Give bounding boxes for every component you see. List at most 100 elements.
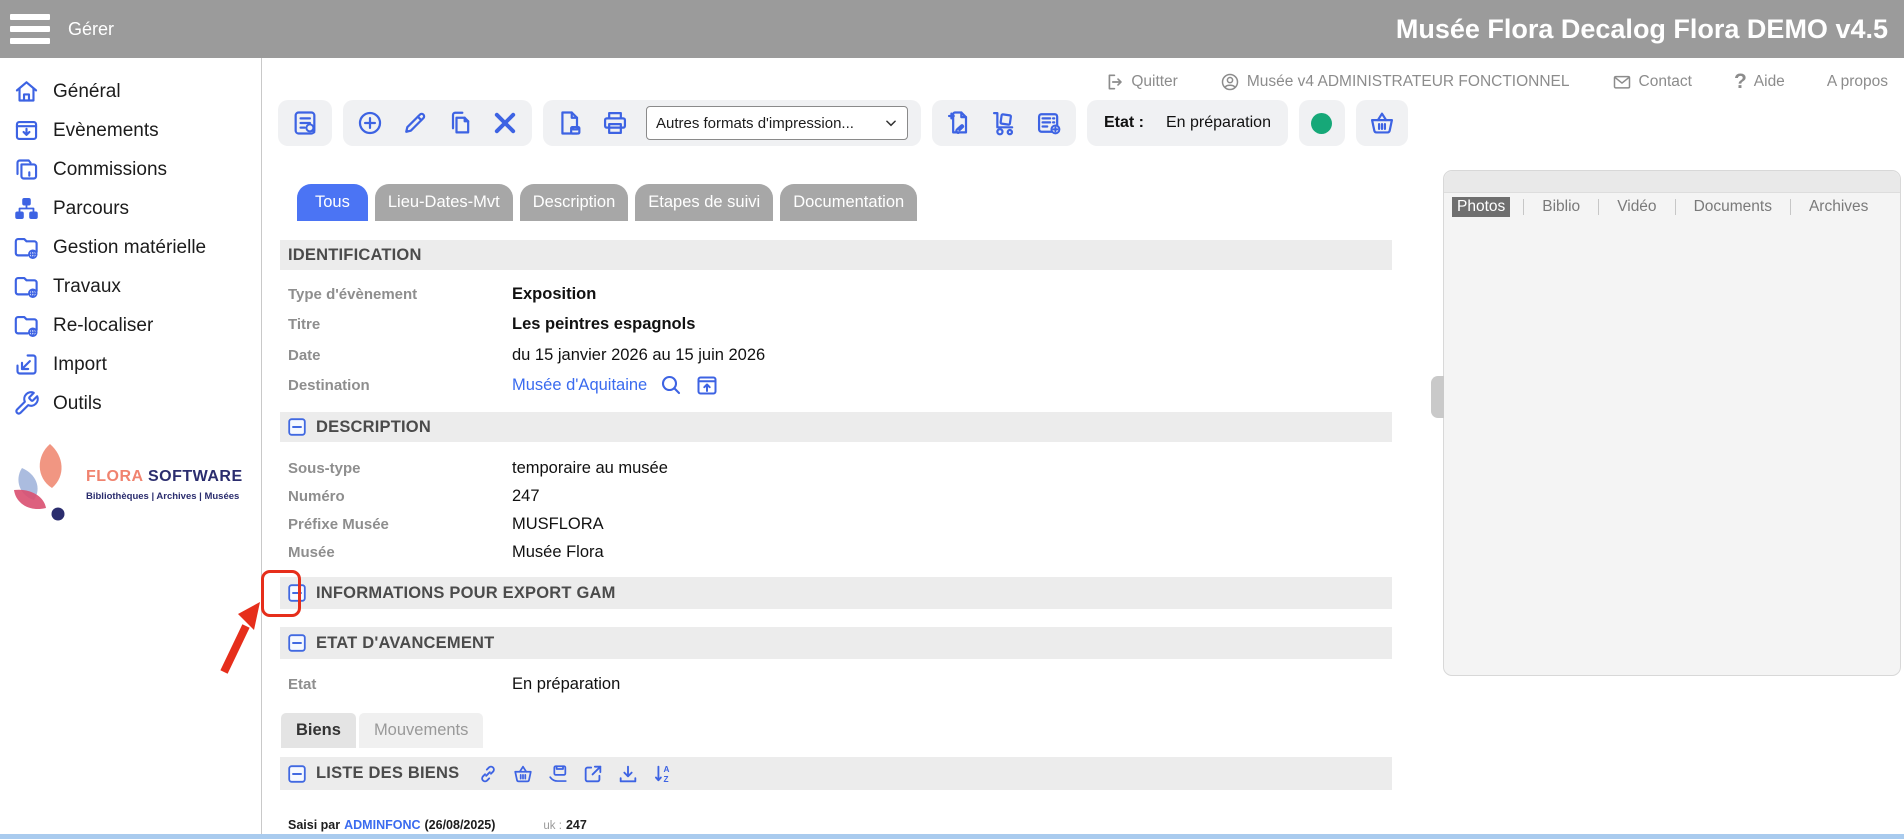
sidebar-item-label: Outils	[53, 393, 102, 415]
collapse-minus-icon[interactable]	[288, 765, 306, 783]
destination-link[interactable]: Musée d'Aquitaine	[512, 376, 647, 395]
sidebar-item-label: Parcours	[53, 198, 129, 220]
doc-save-icon[interactable]	[556, 109, 584, 137]
sidebar-item-label: Travaux	[53, 276, 121, 298]
dolly-icon[interactable]	[990, 109, 1018, 137]
section-title: ETAT D'AVANCEMENT	[316, 634, 494, 653]
folders-icon	[13, 156, 40, 183]
list-search-icon[interactable]	[291, 109, 319, 137]
sidebar-item-outils[interactable]: Outils	[0, 384, 258, 423]
contact-button[interactable]: Contact	[1612, 72, 1692, 92]
wrench-icon	[13, 390, 40, 417]
field-value: Musée Flora	[512, 543, 604, 562]
biens-mouvements-tabs: Biens Mouvements	[281, 713, 483, 748]
collapse-minus-icon[interactable]	[288, 418, 306, 436]
link-icon[interactable]	[477, 763, 499, 785]
media-panel: Photos Biblio Vidéo Documents Archives	[1443, 170, 1901, 676]
section-title: LISTE DES BIENS	[316, 764, 459, 783]
field-label: Titre	[288, 316, 320, 333]
quit-button[interactable]: Quitter	[1104, 72, 1178, 92]
sidebar-item-commissions[interactable]: Commissions	[0, 150, 258, 189]
collapse-minus-icon[interactable]	[288, 634, 306, 652]
section-title: INFORMATIONS POUR EXPORT GAM	[316, 584, 616, 603]
tab-separator	[1598, 199, 1599, 215]
external-link-icon[interactable]	[582, 763, 604, 785]
annotation-arrow	[212, 596, 276, 676]
sidebar-item-travaux[interactable]: Travaux	[0, 267, 258, 306]
basket-icon	[1368, 109, 1396, 137]
panel-tab-documents[interactable]: Documents	[1689, 197, 1777, 217]
doc-attach-icon[interactable]	[945, 109, 973, 137]
field-label: Type d'évènement	[288, 286, 417, 303]
subtab-biens[interactable]: Biens	[281, 713, 356, 748]
sidebar-divider	[261, 58, 262, 839]
tab-tous[interactable]: Tous	[297, 184, 368, 221]
user-label: Musée v4 ADMINISTRATEUR FONCTIONNEL	[1247, 73, 1570, 91]
sidebar-item-gestion-materielle[interactable]: Gestion matérielle	[0, 228, 258, 267]
section-gam: INFORMATIONS POUR EXPORT GAM	[280, 577, 1392, 609]
report-icon[interactable]	[1035, 109, 1063, 137]
sidebar-item-general[interactable]: Général	[0, 72, 258, 111]
download-icon[interactable]	[617, 763, 639, 785]
field-label: Sous-type	[288, 460, 361, 477]
sidebar: Général Evènements Commissions Parcours …	[0, 72, 258, 423]
panel-tab-photos[interactable]: Photos	[1452, 197, 1510, 217]
edit-pencil-icon[interactable]	[401, 109, 429, 137]
sidebar-item-import[interactable]: Import	[0, 345, 258, 384]
panel-drag-handle[interactable]	[1431, 376, 1444, 418]
question-icon: ?	[1734, 70, 1747, 94]
panel-tab-archives[interactable]: Archives	[1804, 197, 1873, 217]
home-icon	[13, 78, 40, 105]
printer-icon[interactable]	[601, 109, 629, 137]
copy-icon[interactable]	[446, 109, 474, 137]
tab-lieu-dates-mvt[interactable]: Lieu-Dates-Mvt	[375, 184, 513, 221]
search-icon[interactable]	[659, 373, 683, 397]
about-label: A propos	[1827, 73, 1888, 91]
delete-x-icon[interactable]	[491, 109, 519, 137]
panel-tab-video[interactable]: Vidéo	[1612, 197, 1661, 217]
toolbar-group-edit	[343, 100, 532, 146]
menu-label[interactable]: Gérer	[68, 19, 114, 40]
exit-icon	[1104, 72, 1124, 92]
import-icon	[13, 351, 40, 378]
tab-documentation[interactable]: Documentation	[780, 184, 917, 221]
help-button[interactable]: ? Aide	[1734, 70, 1785, 94]
tab-description[interactable]: Description	[520, 184, 629, 221]
status-dot-chip	[1299, 100, 1345, 146]
toolbar: Autres formats d'impression... Etat :En …	[278, 100, 1408, 146]
sort-az-icon[interactable]: AZ	[652, 763, 674, 785]
sidebar-item-relocaliser[interactable]: Re-localiser	[0, 306, 258, 345]
flora-petals-icon	[6, 442, 80, 528]
saisi-prefix: Saisi par	[288, 818, 340, 832]
about-button[interactable]: A propos	[1827, 73, 1888, 91]
basket-icon[interactable]	[512, 763, 534, 785]
archive-box-icon	[13, 117, 40, 144]
help-label: Aide	[1754, 73, 1785, 91]
sidebar-item-label: Commissions	[53, 159, 167, 181]
sidebar-item-evenements[interactable]: Evènements	[0, 111, 258, 150]
basket-button[interactable]	[1356, 100, 1408, 146]
collapse-minus-icon[interactable]	[288, 584, 306, 602]
field-value: Musée d'Aquitaine	[512, 373, 719, 397]
hand-save-icon[interactable]	[547, 763, 569, 785]
subtab-mouvements[interactable]: Mouvements	[359, 713, 483, 748]
panel-tab-biblio[interactable]: Biblio	[1537, 197, 1585, 217]
record-audit-line: Saisi par ADMINFONC (26/08/2025) uk : 24…	[288, 818, 587, 832]
saisi-user-link[interactable]: ADMINFONC	[344, 818, 420, 832]
sidebar-item-parcours[interactable]: Parcours	[0, 189, 258, 228]
status-value: En préparation	[1166, 114, 1271, 132]
logo-brand2: SOFTWARE	[148, 468, 243, 485]
chevron-down-icon	[884, 116, 898, 130]
section-description: DESCRIPTION	[280, 412, 1392, 442]
add-circle-icon[interactable]	[356, 109, 384, 137]
open-window-icon[interactable]	[695, 373, 719, 397]
print-format-select[interactable]: Autres formats d'impression...	[646, 106, 908, 140]
current-user[interactable]: Musée v4 ADMINISTRATEUR FONCTIONNEL	[1220, 72, 1570, 92]
flora-software-logo: FLORA SOFTWARE Bibliothèques | Archives …	[6, 442, 256, 528]
logo-text: FLORA SOFTWARE Bibliothèques | Archives …	[86, 468, 243, 502]
tab-etapes-de-suivi[interactable]: Etapes de suivi	[635, 184, 773, 221]
section-title: IDENTIFICATION	[288, 246, 422, 265]
hamburger-menu-icon[interactable]	[10, 14, 50, 44]
sidebar-item-label: Général	[53, 81, 121, 103]
folder-globe-icon	[13, 234, 40, 261]
